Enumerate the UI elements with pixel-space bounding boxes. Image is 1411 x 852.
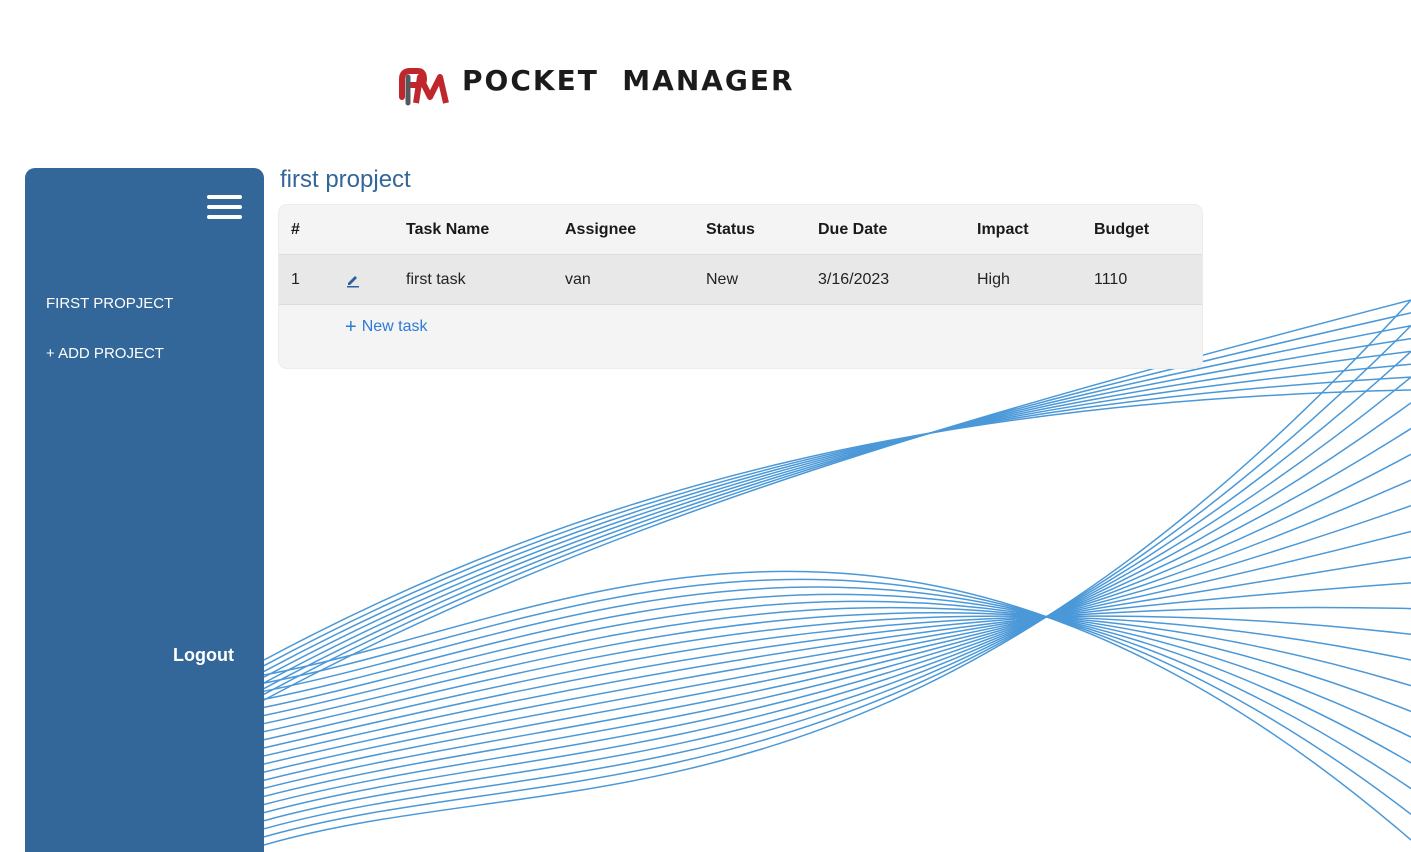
page-title: first propject [280, 166, 411, 193]
page: POCKET MANAGER FIRST PROPJECT + ADD PROJ… [0, 0, 1411, 852]
wave-line [263, 615, 1411, 733]
pm-logo-icon [399, 68, 449, 106]
wave-line [263, 350, 1411, 678]
hamburger-icon[interactable] [207, 195, 242, 221]
sidebar: FIRST PROPJECT + ADD PROJECT Logout [25, 168, 264, 852]
app-header: POCKET MANAGER [398, 62, 795, 112]
column-header-status[interactable]: Status [706, 205, 755, 254]
hamburger-line [207, 215, 242, 219]
new-task-button[interactable]: + New task [345, 316, 428, 338]
wave-line [263, 350, 1411, 830]
pencil-icon[interactable] [345, 272, 361, 288]
hamburger-line [207, 195, 242, 199]
table-row[interactable]: 1 first task van New 3/16/2023 High 1110 [279, 255, 1202, 305]
column-header-index: # [291, 221, 300, 238]
new-task-label: New task [361, 318, 428, 335]
sidebar-item-add-project[interactable]: + ADD PROJECT [46, 345, 164, 362]
row-index: 1 [291, 271, 300, 288]
column-header-budget[interactable]: Budget [1094, 205, 1149, 254]
table-header-row: # Task Name Assignee Status Due Date Imp… [279, 205, 1202, 255]
wave-line [263, 324, 1411, 690]
brand-title: POCKET MANAGER [462, 63, 795, 97]
impact-cell: High [977, 271, 1010, 288]
due-date-cell: 3/16/2023 [818, 271, 890, 288]
logout-button[interactable]: Logout [173, 645, 234, 666]
assignee-cell: van [565, 271, 591, 288]
status-cell: New [706, 271, 739, 288]
column-header-task-name[interactable]: Task Name [406, 205, 489, 254]
plus-icon: + [345, 316, 357, 338]
column-header-impact[interactable]: Impact [977, 205, 1029, 254]
task-table: # Task Name Assignee Status Due Date Imp… [279, 205, 1202, 368]
column-header-due-date[interactable]: Due Date [818, 205, 887, 254]
column-header-assignee[interactable]: Assignee [565, 205, 636, 254]
hamburger-line [207, 205, 242, 209]
wave-line [263, 570, 1411, 841]
wave-line [263, 363, 1411, 673]
budget-cell: 1110 [1094, 271, 1128, 288]
task-name-cell: first task [406, 271, 466, 288]
sidebar-item-first-project[interactable]: FIRST PROPJECT [46, 295, 173, 312]
wave-line [263, 479, 1411, 790]
wave-line [263, 612, 1411, 725]
